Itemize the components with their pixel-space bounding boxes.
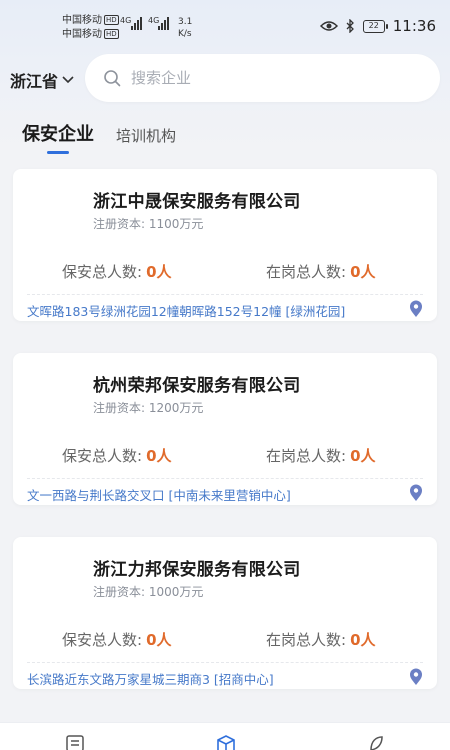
- company-address[interactable]: 长滨路近东文路万家星城三期商3 [招商中心]: [27, 669, 274, 688]
- carrier-2: 中国移动 HD: [62, 29, 119, 40]
- on-duty-total: 在岗总人数: 0人: [266, 263, 376, 281]
- eye-icon: [319, 21, 338, 31]
- search-input[interactable]: [131, 69, 391, 87]
- company-card[interactable]: 浙江力邦保安服务有限公司 注册资本: 1000万元 保安总人数: 0人 在岗总人数…: [13, 537, 437, 689]
- bluetooth-icon: [346, 19, 354, 33]
- on-duty-total: 在岗总人数: 0人: [266, 631, 376, 649]
- signal-icon: [131, 17, 142, 30]
- chevron-down-icon: [62, 76, 74, 84]
- company-address[interactable]: 文晖路183号绿洲花园12幢朝晖路152号12幢 [绿洲花园]: [27, 301, 345, 320]
- company-card[interactable]: 浙江中晟保安服务有限公司 注册资本: 1100万元 保安总人数: 0人 在岗总人数…: [13, 169, 437, 321]
- company-name: 浙江中晟保安服务有限公司: [93, 192, 301, 212]
- company-address[interactable]: 文一西路与荆长路交叉口 [中南未来里营销中心]: [27, 485, 291, 504]
- carrier-1: 中国移动 HD: [62, 15, 119, 26]
- company-name: 杭州荣邦保安服务有限公司: [93, 376, 301, 396]
- tab-training-institutions[interactable]: 培训机构: [116, 125, 176, 154]
- search-icon: [104, 70, 121, 87]
- network-speed: 3.1 K/s: [178, 17, 193, 39]
- tab-security-companies[interactable]: 保安企业: [22, 120, 94, 154]
- company-name: 浙江力邦保安服务有限公司: [93, 560, 301, 580]
- province-label: 浙江省: [10, 72, 59, 91]
- on-duty-total: 在岗总人数: 0人: [266, 447, 376, 465]
- registered-capital: 注册资本: 1200万元: [93, 401, 204, 415]
- signal-icon: [158, 17, 169, 30]
- guards-total: 保安总人数: 0人: [62, 631, 172, 649]
- divider: [27, 294, 423, 295]
- battery-icon: 22: [362, 19, 388, 33]
- location-pin-icon[interactable]: [409, 668, 423, 686]
- clock: 11:36: [392, 17, 436, 35]
- leaf-icon[interactable]: [368, 735, 384, 750]
- box-icon[interactable]: [216, 735, 236, 750]
- category-tabs: 保安企业 培训机构: [22, 120, 176, 154]
- search-bar[interactable]: [85, 54, 440, 102]
- company-card[interactable]: 杭州荣邦保安服务有限公司 注册资本: 1200万元 保安总人数: 0人 在岗总人数…: [13, 353, 437, 505]
- location-pin-icon[interactable]: [409, 300, 423, 318]
- province-selector[interactable]: 浙江省: [10, 68, 74, 92]
- guards-total: 保安总人数: 0人: [62, 263, 172, 281]
- bottom-navigation: [0, 722, 450, 750]
- status-bar: 中国移动 HD 中国移动 HD 4G 4G 3.1 K/s 22 11:36: [0, 0, 450, 50]
- divider: [27, 662, 423, 663]
- divider: [27, 478, 423, 479]
- list-icon[interactable]: [66, 735, 84, 750]
- network-type-1: 4G: [120, 16, 132, 25]
- location-pin-icon[interactable]: [409, 484, 423, 502]
- registered-capital: 注册资本: 1000万元: [93, 585, 204, 599]
- guards-total: 保安总人数: 0人: [62, 447, 172, 465]
- registered-capital: 注册资本: 1100万元: [93, 217, 204, 231]
